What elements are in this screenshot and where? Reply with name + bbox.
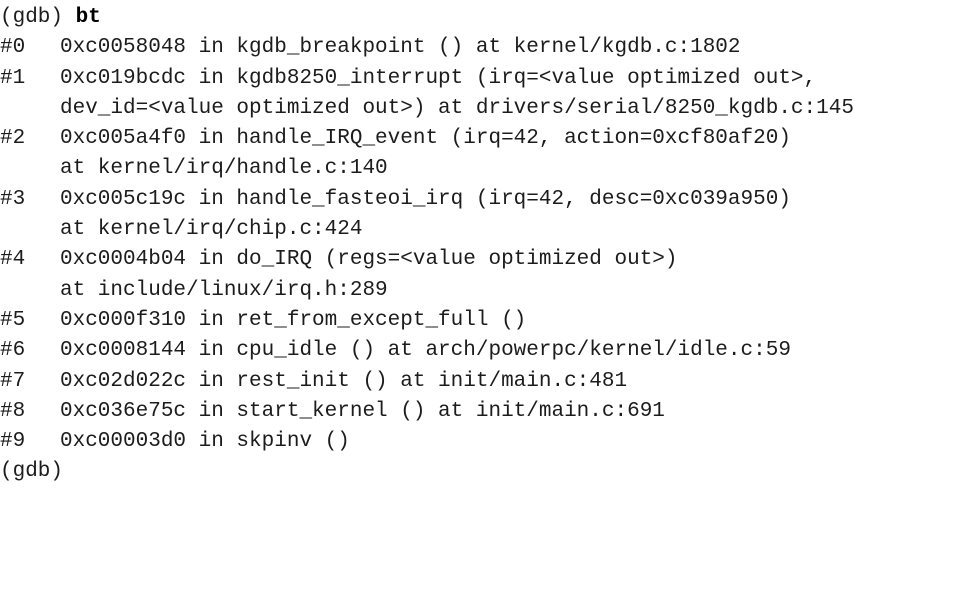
stack-frame-continuation: at kernel/irq/chip.c:424 <box>0 215 979 245</box>
frame-number: #0 <box>0 36 26 60</box>
frame-text: 0xc0058048 in kgdb_breakpoint () at kern… <box>60 36 741 60</box>
frame-text: 0xc005a4f0 in handle_IRQ_event (irq=42, … <box>60 127 791 151</box>
frame-text: 0xc019bcdc in kgdb8250_interrupt (irq=<v… <box>60 66 817 90</box>
gdb-terminal[interactable]: (gdb) bt #0 0xc0058048 in kgdb_breakpoint… <box>0 0 979 596</box>
frame-text: dev_id=<value optimized out>) at drivers… <box>60 96 854 120</box>
frame-text: 0xc036e75c in start_kernel () at init/ma… <box>60 399 665 423</box>
stack-frame: #7 0xc02d022c in rest_init () at init/mai… <box>0 367 979 397</box>
stack-frame: #0 0xc0058048 in kgdb_breakpoint () at ke… <box>0 33 979 63</box>
backtrace-command: bt <box>75 6 101 29</box>
frame-text: 0xc0004b04 in do_IRQ (regs=<value optimi… <box>60 248 678 272</box>
frame-text: 0xc0008144 in cpu_idle () at arch/powerp… <box>60 339 791 363</box>
frame-text: 0xc000f310 in ret_from_except_full () <box>60 308 527 332</box>
frame-text: 0xc005c19c in handle_fasteoi_irq (irq=42… <box>60 187 791 211</box>
stack-frame: #5 0xc000f310 in ret_from_except_full () <box>0 306 979 336</box>
stack-frame: #8 0xc036e75c in start_kernel () at init/… <box>0 397 979 427</box>
stack-frame: #4 0xc0004b04 in do_IRQ (regs=<value opti… <box>0 245 979 275</box>
frame-text: 0xc02d022c in rest_init () at init/main.… <box>60 369 628 393</box>
frame-number: #6 <box>0 339 26 363</box>
frame-number: #2 <box>0 127 26 151</box>
stack-frame: #3 0xc005c19c in handle_fasteoi_irq (irq=… <box>0 185 979 215</box>
stack-frame: #6 0xc0008144 in cpu_idle () at arch/powe… <box>0 336 979 366</box>
frame-number: #3 <box>0 187 26 211</box>
stack-frame: #2 0xc005a4f0 in handle_IRQ_event (irq=42… <box>0 124 979 154</box>
command-line: (gdb) bt <box>0 3 979 33</box>
frame-number: #1 <box>0 66 26 90</box>
frame-text: at kernel/irq/chip.c:424 <box>60 218 363 242</box>
frame-number: #7 <box>0 369 26 393</box>
frame-text: at include/linux/irq.h:289 <box>60 278 388 302</box>
frame-number: #5 <box>0 308 26 332</box>
frame-text: 0xc00003d0 in skpinv () <box>60 430 350 454</box>
frame-text: at kernel/irq/handle.c:140 <box>60 157 388 181</box>
final-gdb-prompt[interactable]: (gdb) <box>0 457 979 487</box>
frame-number: #8 <box>0 399 26 423</box>
stack-frame-continuation: dev_id=<value optimized out>) at drivers… <box>0 94 979 124</box>
frame-number: #9 <box>0 430 26 454</box>
stack-frame: #9 0xc00003d0 in skpinv () <box>0 427 979 457</box>
stack-frame-continuation: at kernel/irq/handle.c:140 <box>0 154 979 184</box>
gdb-prompt: (gdb) <box>0 6 76 29</box>
stack-frame-continuation: at include/linux/irq.h:289 <box>0 276 979 306</box>
stack-frame: #1 0xc019bcdc in kgdb8250_interrupt (irq=… <box>0 64 979 94</box>
frame-number: #4 <box>0 248 26 272</box>
